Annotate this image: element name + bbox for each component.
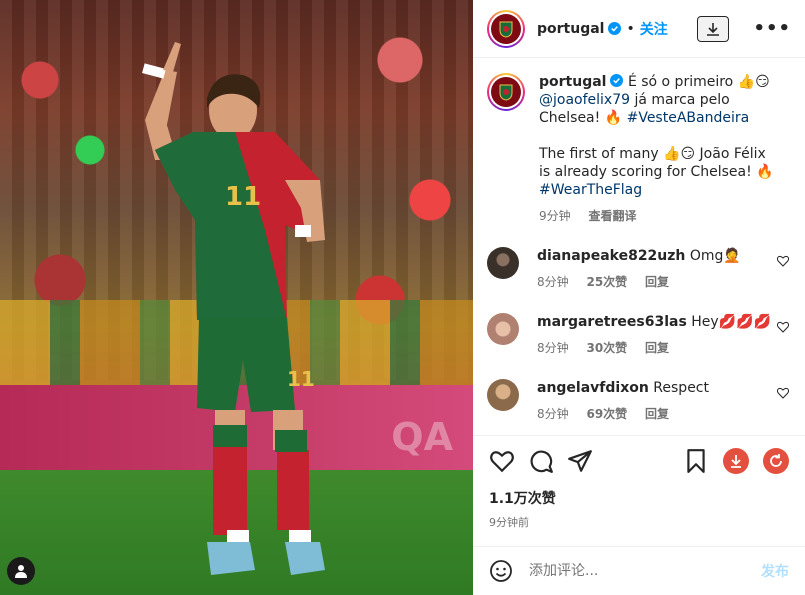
commenter-username[interactable]: margaretrees63las [537,314,687,330]
comment-bubble-icon[interactable] [528,448,554,474]
header-separator: • [626,20,635,37]
comment-text: Omg🤦 [689,248,741,264]
like-comment-icon[interactable] [777,255,789,267]
hashtag-link-1[interactable]: #VesteABandeira [627,110,750,126]
hashtag-link-2[interactable]: #WearTheFlag [539,182,642,198]
comment-item: margaretrees63las Hey💋💋💋 8分钟 30次赞 回复 [487,313,791,357]
commenter-avatar[interactable] [487,247,519,279]
download-arrow-icon [731,454,741,468]
comment-item: angelavfdixon Respect 8分钟 69次赞 回复 [487,379,791,423]
comments-list[interactable]: portugal É só o primeiro 👍😏 @joaofelix79… [473,59,805,435]
caption-line1: É só o primeiro 👍😏 [627,74,770,90]
svg-text:11: 11 [287,367,315,391]
reply-button[interactable]: 回复 [645,341,669,355]
like-comment-icon[interactable] [777,387,789,399]
comment-time: 8分钟 [537,407,569,421]
refresh-button[interactable] [763,447,789,474]
download-icon [707,22,720,36]
mention-link[interactable]: @joaofelix79 [539,92,630,108]
caption-line3: The first of many 👍😏 João Félix is alrea… [539,146,774,180]
user-tag-button[interactable] [7,557,35,585]
player-figure: 11 11 [142,42,325,575]
comment-likes[interactable]: 25次赞 [586,275,627,289]
comment-text: Respect [653,380,709,396]
header-username[interactable]: portugal [537,21,604,37]
caption-text: portugal É só o primeiro 👍😏 @joaofelix79… [539,73,779,225]
ad-board-text: QA [391,415,453,459]
comment-item: dianapeake822uzh Omg🤦 8分钟 25次赞 回复 [487,247,791,291]
verified-badge-icon [608,22,622,35]
refresh-icon [770,453,782,467]
caption-time: 9分钟 [539,209,571,223]
emoji-icon[interactable] [489,559,513,583]
follow-button[interactable]: 关注 [640,19,668,39]
portugal-logo-icon [491,13,521,44]
comment-likes[interactable]: 30次赞 [586,341,627,355]
post-details-panel: portugal • 关注 ••• portugal É só o primei… [473,0,805,595]
portugal-logo-icon [491,77,521,107]
more-options-button[interactable]: ••• [753,18,791,39]
share-paper-plane-icon[interactable] [567,448,593,474]
commenter-avatar[interactable] [487,313,519,345]
commenter-avatar[interactable] [487,379,519,411]
download-media-button[interactable] [723,447,749,474]
commenter-username[interactable]: angelavfdixon [537,380,649,396]
post-comment-button[interactable]: 发布 [761,561,789,581]
comment-likes[interactable]: 69次赞 [586,407,627,421]
caption-username[interactable]: portugal [539,74,606,90]
jersey-number: 11 [225,182,261,212]
like-heart-icon[interactable] [489,448,515,474]
post-header: portugal • 关注 ••• [473,0,805,58]
user-icon [15,565,27,578]
comment-time: 8分钟 [537,275,569,289]
bookmark-icon[interactable] [683,448,709,474]
reply-button[interactable]: 回复 [645,407,669,421]
reply-button[interactable]: 回复 [645,275,669,289]
download-button[interactable] [697,15,730,42]
like-comment-icon[interactable] [777,321,789,333]
add-comment-bar: 发布 [473,546,805,595]
post-time: 9分钟前 [489,516,529,529]
caption-avatar[interactable] [487,73,525,111]
comment-time: 8分钟 [537,341,569,355]
caption-meta: 9分钟 查看翻译 [539,207,779,225]
likes-count[interactable]: 1.1万次赞 [489,488,556,508]
post-image[interactable]: QA 11 11 [0,0,473,595]
comment-input[interactable] [529,563,729,579]
action-bar [473,435,805,485]
commenter-username[interactable]: dianapeake822uzh [537,248,685,264]
verified-badge-icon [610,74,624,87]
comment-text: Hey💋💋💋 [691,314,771,330]
post-caption: portugal É só o primeiro 👍😏 @joaofelix79… [487,73,791,225]
see-translation-button[interactable]: 查看翻译 [588,209,636,223]
profile-avatar[interactable] [487,9,525,48]
